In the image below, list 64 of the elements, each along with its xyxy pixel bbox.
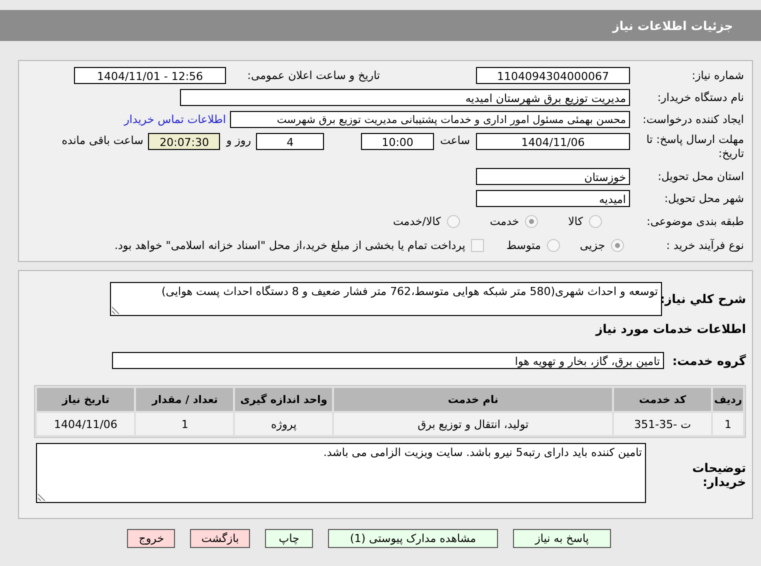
table-cell: 1404/11/06: [37, 413, 134, 435]
checkbox[interactable]: [471, 239, 484, 252]
radio-button[interactable]: [446, 215, 460, 228]
radio-label: کالا: [568, 215, 583, 228]
action-button[interactable]: پاسخ به نیاز: [513, 529, 611, 548]
radio-button[interactable]: [525, 215, 538, 228]
time-label: ساعت: [440, 134, 470, 147]
page-title: جزئیات اطلاعات نیاز: [612, 18, 733, 32]
field-label: ایجاد کننده درخواست:: [642, 113, 745, 126]
days-label: روز و: [226, 134, 252, 147]
radio-button[interactable]: [611, 239, 624, 252]
column-header: نام خدمت: [334, 388, 612, 411]
exit-button[interactable]: خروج: [127, 529, 176, 548]
section-title: اطلاعات خدمات مورد نياز: [596, 322, 746, 336]
service-group-field[interactable]: تامین برق، گاز، بخار و تهویه هوا: [112, 352, 664, 369]
field-label: شهر محل تحویل:: [663, 192, 745, 205]
field-label: گروه خدمت:: [671, 354, 747, 368]
radio-button[interactable]: [589, 215, 602, 228]
buyer-notes-text: تامین کننده باید دارای رتبه5 نیرو باشد. سایت ویزیت الزامی می باشد.: [323, 446, 642, 459]
field-label: شرح کلي نياز:: [662, 292, 747, 306]
announce-date-field[interactable]: 1404/11/01 - 12:56: [74, 67, 226, 84]
description-text: توسعه و احداث شهری(580 متر شبکه هوایی متوسط،762 متر فشار ضعیف و 8 دستگاه احداث پست هوایی): [162, 285, 658, 298]
province-field[interactable]: خوزستان: [476, 168, 630, 185]
city-field[interactable]: امیدیه: [476, 190, 630, 207]
days-field[interactable]: 4: [256, 133, 324, 150]
buyer-name-field[interactable]: مدیریت توزیع برق شهرستان امیدیه: [180, 89, 630, 106]
radio-label: متوسط: [506, 239, 541, 252]
resize-grip-icon[interactable]: [38, 493, 46, 501]
radio-label: خدمت: [490, 215, 520, 228]
action-button[interactable]: چاپ: [265, 529, 313, 548]
checkbox-label: پرداخت تمام یا بخشی از مبلغ خرید،از محل "اسناد خزانه اسلامی" خواهد بود.: [114, 239, 466, 252]
radio-button[interactable]: [546, 239, 560, 252]
column-header: تعداد / مقدار: [136, 388, 234, 411]
remaining-label: ساعت باقی مانده: [62, 134, 144, 147]
table-cell: تولید، انتقال و توزیع برق: [334, 413, 612, 435]
deadline-date-field[interactable]: 1404/11/06: [476, 133, 630, 150]
column-header: تاریخ نیاز: [37, 388, 134, 411]
need-number-field[interactable]: 1104094304000067: [476, 67, 630, 84]
column-header: واحد اندازه گیری: [235, 388, 332, 411]
field-label: طبقه بندی موضوعی:: [646, 215, 745, 228]
table-cell: پروژه: [235, 413, 332, 435]
table-cell: ت -35-351: [614, 413, 712, 435]
buyer-notes-field[interactable]: تامین کننده باید دارای رتبه5 نیرو باشد. سایت ویزیت الزامی می باشد.: [36, 443, 646, 503]
table-cell: 1: [713, 413, 743, 435]
field-label: نوع فرآیند خرید :: [665, 239, 745, 252]
buyer-contact-link[interactable]: اطلاعات تماس خریدار: [124, 113, 226, 126]
description-field[interactable]: توسعه و احداث شهری(580 متر شبکه هوایی متوسط،762 متر فشار ضعیف و 8 دستگاه احداث پست هوایی): [110, 282, 662, 316]
column-header: کد خدمت: [614, 388, 712, 411]
remaining-time-field[interactable]: 20:07:30: [148, 133, 220, 150]
field-label: توضیحات خریدار:: [691, 461, 747, 489]
resize-grip-icon[interactable]: [112, 306, 120, 314]
time-field[interactable]: 10:00: [361, 133, 434, 150]
field-label: مهلت ارسال پاسخ: تا تاریخ:: [645, 133, 745, 162]
field-label: شماره نیاز:: [690, 69, 745, 82]
exit-button[interactable]: بازگشت: [190, 529, 250, 548]
creator-field[interactable]: محسن بهمئی مسئول امور اداری و خدمات پشتیبانی مدیریت توزیع برق شهرست: [230, 111, 630, 128]
field-label: تاریخ و ساعت اعلان عمومی:: [246, 69, 380, 82]
action-button[interactable]: مشاهده مدارک پیوستی (1): [328, 529, 498, 548]
radio-label: کالا/خدمت: [393, 215, 441, 228]
radio-label: جزیی: [580, 239, 605, 252]
column-header: ردیف: [713, 388, 743, 411]
table-cell: 1: [136, 413, 234, 435]
field-label: نام دستگاه خریدار:: [656, 91, 745, 104]
field-label: استان محل تحویل:: [656, 170, 745, 183]
